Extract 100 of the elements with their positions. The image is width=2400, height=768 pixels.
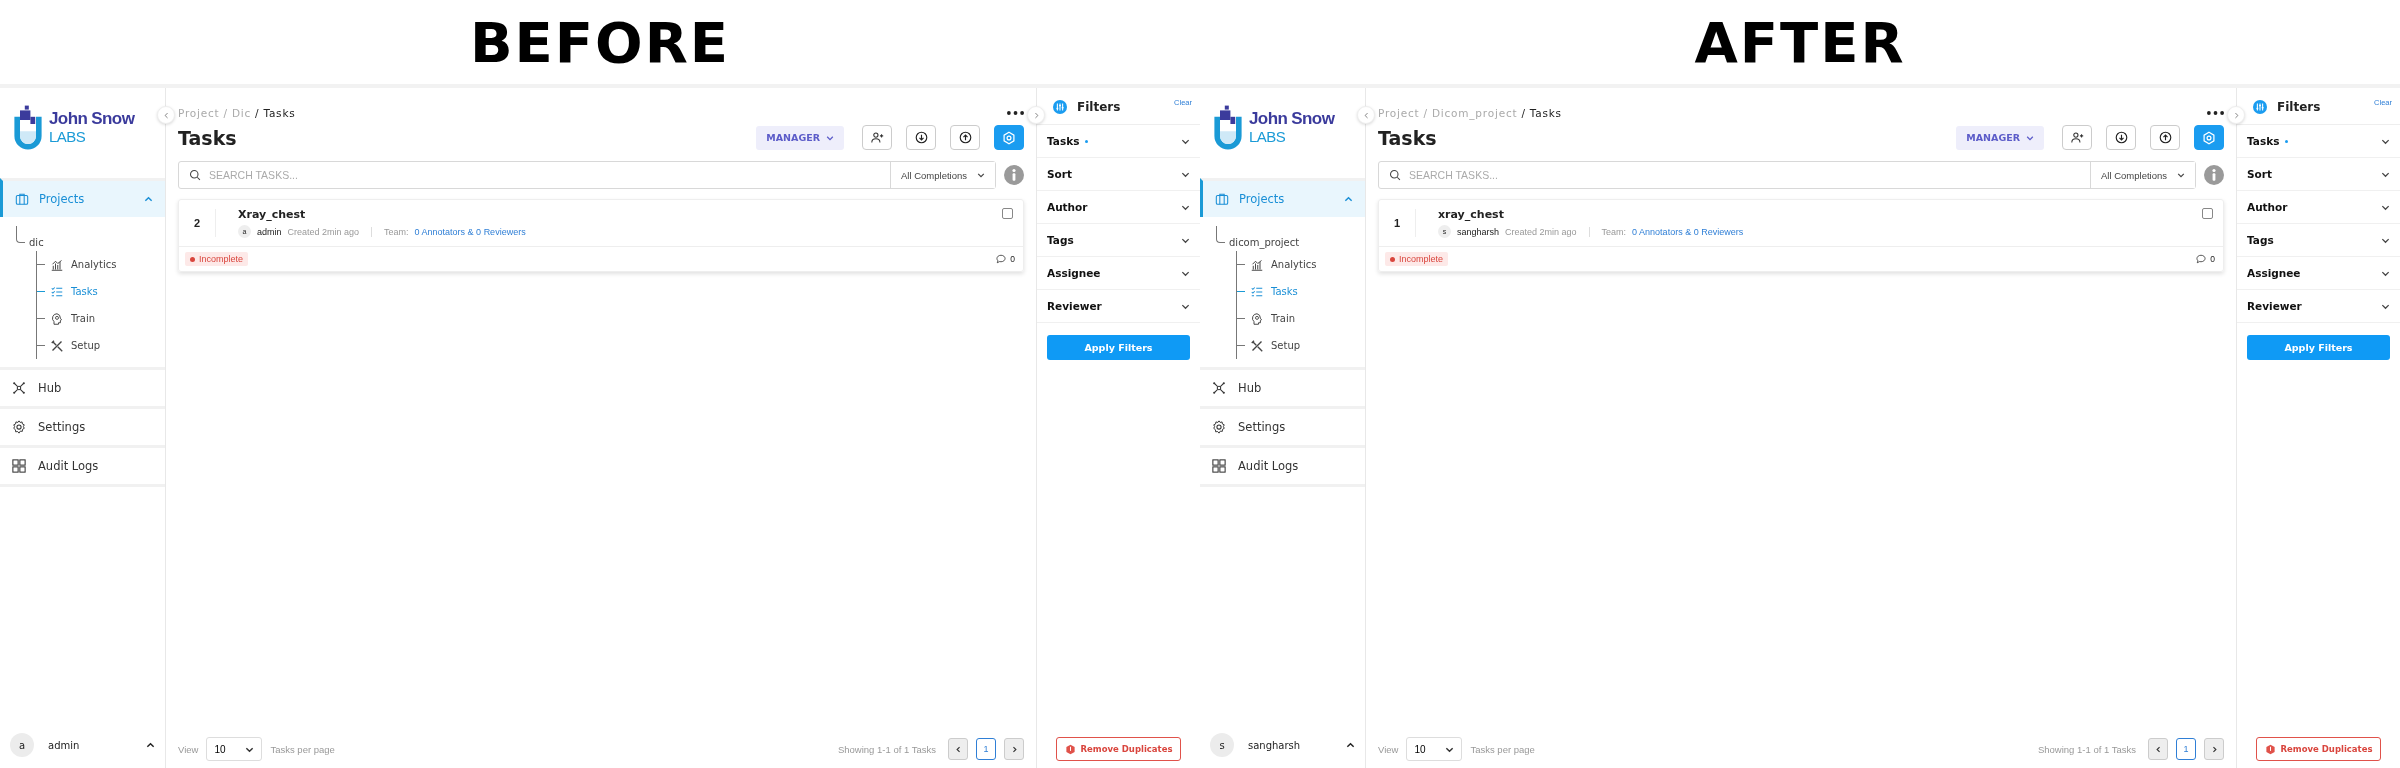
task-checkbox[interactable] [2202,208,2213,219]
nav-item[interactable]: Tasks [51,285,98,298]
download-button[interactable] [906,125,936,150]
chevron-icon [144,194,153,204]
breadcrumb-separator: / [255,107,260,119]
chart-icon [1251,258,1263,271]
completions-dropdown[interactable]: All Completions [890,162,995,188]
chevron-icon[interactable] [1346,740,1355,750]
nav-item[interactable]: Settings [0,406,165,445]
info-icon[interactable] [1004,165,1024,185]
team-link[interactable]: 0 Annotators & 0 Reviewers [1632,226,1744,237]
status-badge: Incomplete [185,252,249,266]
nav-item[interactable]: Hub [0,367,165,406]
chevron-right-icon [2210,745,2218,753]
page-size-dropdown[interactable]: 10 [206,737,263,761]
chevron-icon [1344,194,1353,204]
settings-icon [12,420,26,434]
nav-item[interactable]: Setup [51,339,101,352]
remove-duplicates-button[interactable]: Remove Duplicates [1055,737,1182,761]
team-label: Team: [1601,226,1627,237]
upload-icon [2158,131,2172,144]
breadcrumb-link[interactable]: Tasks [1529,107,1562,119]
nav-item[interactable]: Settings [1200,406,1365,445]
network-icon [12,381,26,395]
download-button[interactable] [2106,125,2136,150]
nav-item[interactable]: Train [51,312,95,325]
task-checkbox[interactable] [1002,208,1013,219]
comment-icon [2196,254,2207,264]
role-dropdown[interactable]: MANAGER [756,125,844,150]
per-page-label: Tasks per page [270,743,335,755]
status-badge: Incomplete [1385,252,1449,266]
download-icon [2114,131,2128,144]
logo-name: John Snow [49,110,135,130]
task-title[interactable]: xray_chest [1438,208,2202,221]
panel-heading: AFTER [1693,8,1907,77]
project-name[interactable]: dicom_project [1229,237,1300,248]
user-avatar: s [1210,733,1234,757]
user-name[interactable]: sangharsh [1248,739,1332,751]
network-icon [1212,381,1226,395]
showing-count: Showing 1-1 of 1 Tasks [2037,743,2136,755]
previous-page-button[interactable] [948,738,968,760]
completions-dropdown[interactable]: All Completions [2090,162,2195,188]
filters-title: Filters [1077,100,1122,114]
logo-icon [1212,104,1244,152]
sliders-icon [2253,100,2267,114]
briefcase-icon [15,192,29,206]
head-icon [1251,312,1263,325]
nav-item[interactable]: Audit Logs [0,445,165,487]
tools-icon [51,339,63,352]
search-field[interactable]: SEARCH TASKS... All Completions [178,161,996,189]
task-author: admin [257,226,282,237]
breadcrumb-link[interactable]: Tasks [263,107,296,119]
info-icon[interactable] [2204,165,2224,185]
previous-page-button[interactable] [2148,738,2168,760]
upload-button[interactable] [2150,125,2180,150]
page-button[interactable]: 1 [2176,738,2196,760]
filters-title: Filters [2277,100,2322,114]
user-avatar: a [10,733,34,757]
chevron-right-icon [1010,745,1018,753]
view-label: View [1378,743,1399,755]
nav-item[interactable]: Analytics [51,258,117,271]
view-label: View [178,743,199,755]
task-title[interactable]: Xray_chest [238,208,1002,221]
page-button[interactable]: 1 [976,738,996,760]
remove-duplicates-button[interactable]: Remove Duplicates [2255,737,2382,761]
nav-item[interactable]: Setup [1251,339,1301,352]
next-page-button[interactable] [2204,738,2224,760]
team-link[interactable]: 0 Annotators & 0 Reviewers [414,226,526,237]
nav-item[interactable]: Hub [1200,367,1365,406]
more-icon[interactable] [2207,111,2224,115]
upload-button[interactable] [950,125,980,150]
nav-item[interactable]: Analytics [1251,258,1317,271]
settings-icon [1212,420,1226,434]
grid-icon [12,459,26,473]
chevron-icon[interactable] [146,740,155,750]
breadcrumb-separator: / [1423,107,1428,119]
chevron-left-icon [1362,111,1370,119]
settings-button[interactable] [2194,125,2224,150]
add-user-button[interactable] [2062,125,2092,150]
hexagon-icon [2202,130,2216,145]
search-field[interactable]: SEARCH TASKS... All Completions [1378,161,2196,189]
created-time: Created 2min ago [287,226,360,237]
more-icon[interactable] [1007,111,1024,115]
sliders-icon [1053,100,1067,114]
nav-item[interactable]: Audit Logs [1200,445,1365,487]
page-size-dropdown[interactable]: 10 [1406,737,1463,761]
search-icon [189,169,201,181]
hexagon-icon [2264,743,2276,755]
project-name[interactable]: dic [29,237,44,248]
chevron-right-icon [2232,111,2240,119]
role-dropdown[interactable]: MANAGER [1956,125,2044,150]
settings-button[interactable] [994,125,1024,150]
tools-icon [1251,339,1263,352]
add-user-button[interactable] [862,125,892,150]
logo-subtitle: LABS [49,129,87,146]
nav-item[interactable]: Tasks [1251,285,1298,298]
user-name[interactable]: admin [48,739,132,751]
download-icon [914,131,928,144]
nav-item[interactable]: Train [1251,312,1295,325]
next-page-button[interactable] [1004,738,1024,760]
